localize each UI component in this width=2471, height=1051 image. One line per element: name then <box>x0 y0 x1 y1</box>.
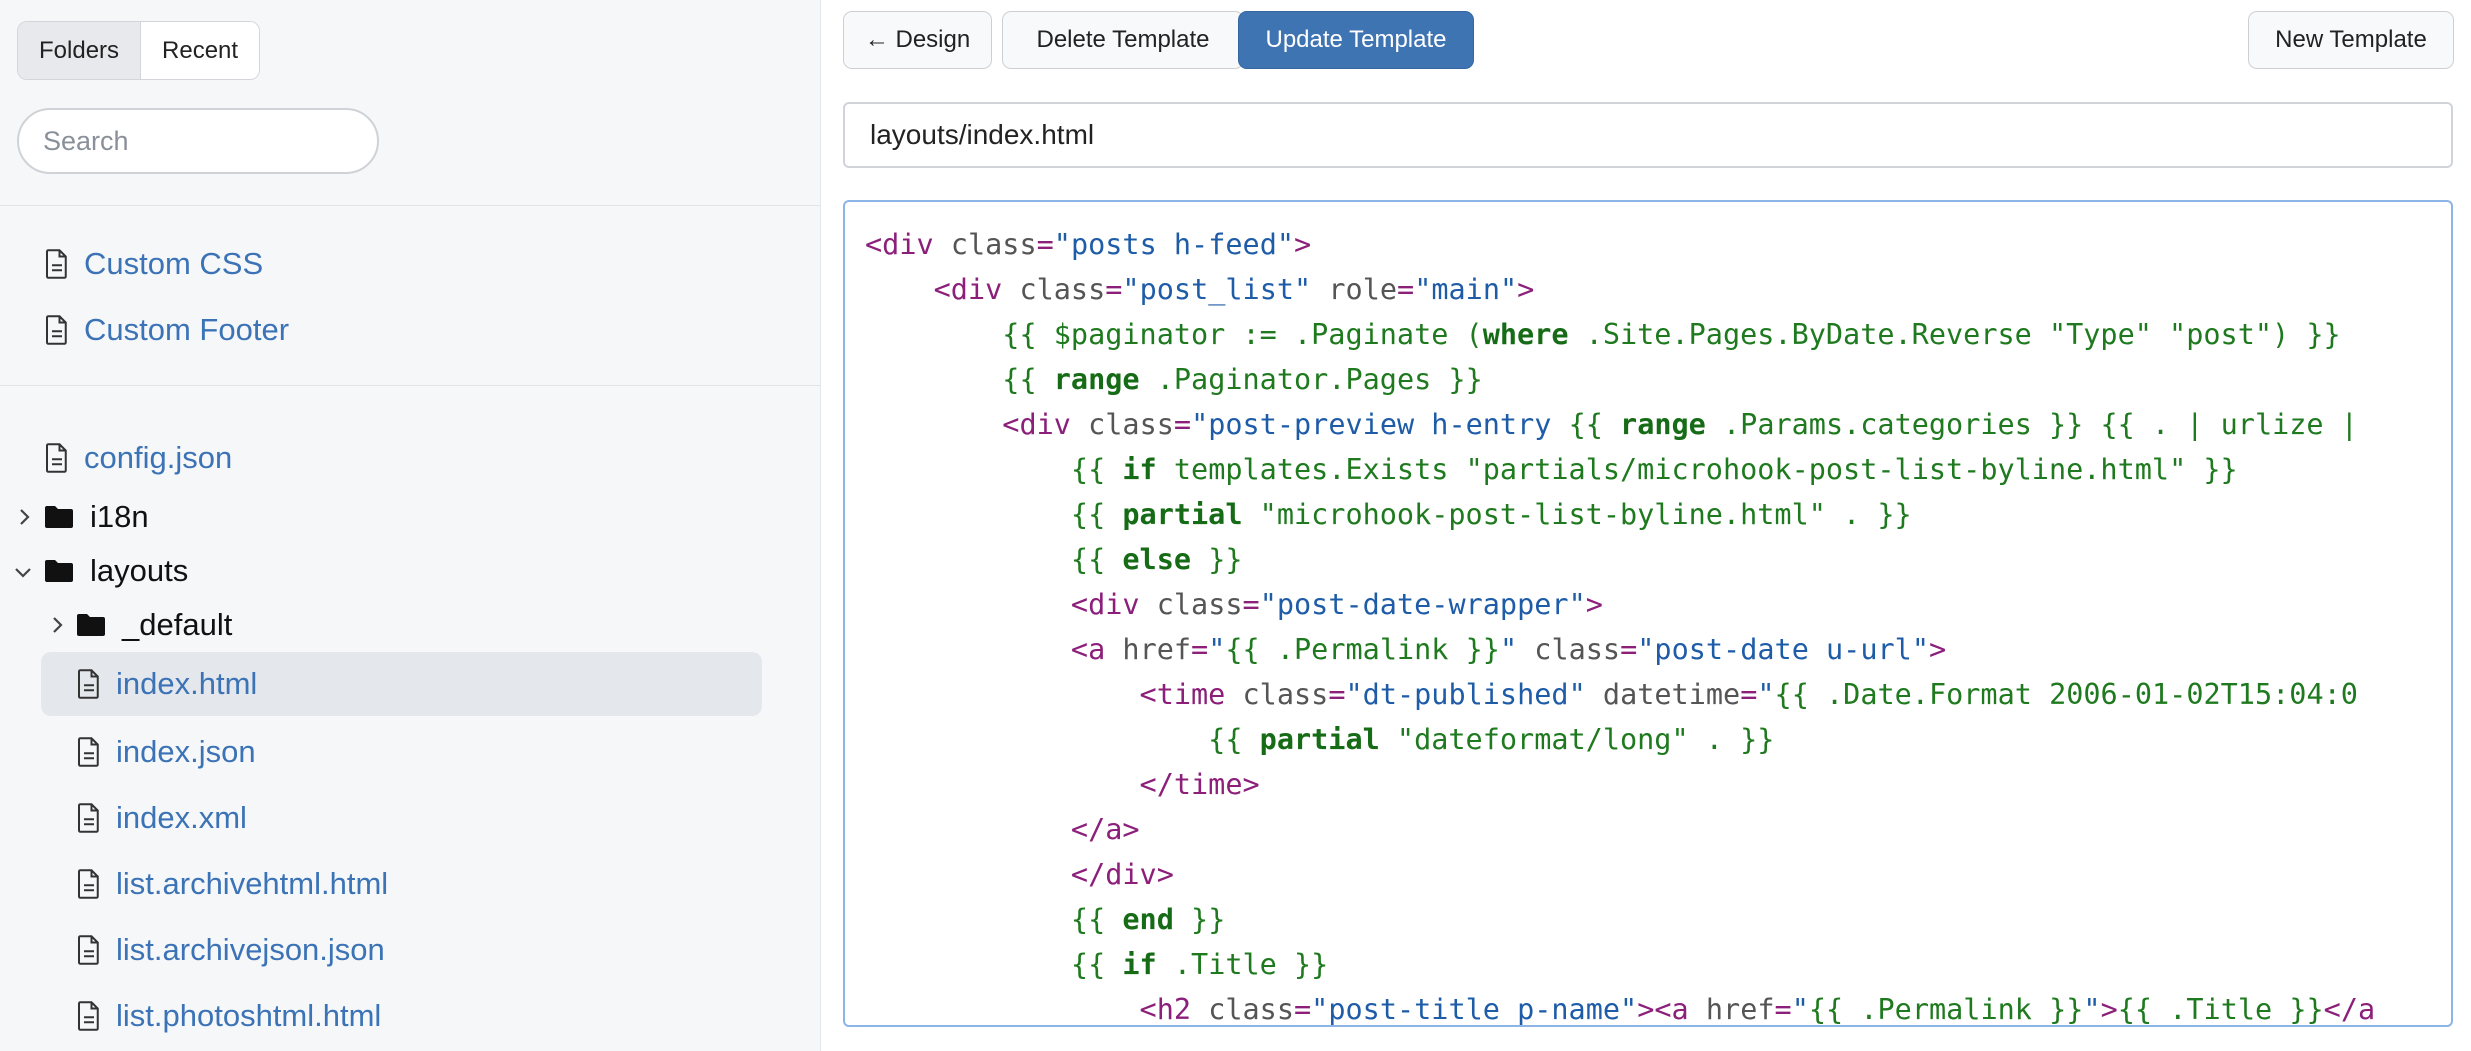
tree-item-label: config.json <box>84 440 233 475</box>
new-template-button[interactable]: New Template <box>2248 11 2454 69</box>
code-line[interactable]: <h2 class="post-title p-name"><a href="{… <box>865 987 2376 1025</box>
chevron-down-icon[interactable] <box>13 563 33 583</box>
code-line[interactable]: <div class="post-preview h-entry {{ rang… <box>865 402 2375 447</box>
code-line[interactable]: {{ if .Title }} <box>865 942 2375 987</box>
folder-icon <box>45 506 73 528</box>
tree-item-label: index.xml <box>116 800 247 835</box>
folder-icon <box>45 560 73 582</box>
tree-item-config-json[interactable]: config.json <box>44 430 232 486</box>
code-line[interactable]: </a> <box>865 807 2375 852</box>
divider <box>0 205 820 206</box>
delete-template-button[interactable]: Delete Template <box>1002 11 1244 69</box>
code-line[interactable]: <time class="dt-published" datetime="{{ … <box>865 672 2375 717</box>
file-icon <box>46 249 67 279</box>
tree-item-index-html[interactable]: index.html <box>41 652 762 716</box>
tree-item-label: index.json <box>116 734 256 769</box>
tree-item-list-archivehtml[interactable]: list.archivehtml.html <box>76 856 388 912</box>
tree-item-list-archivejson[interactable]: list.archivejson.json <box>76 922 385 978</box>
code-line[interactable]: {{ range .Paginator.Pages }} <box>865 357 2375 402</box>
code-editor[interactable]: <div class="posts h-feed"> <div class="p… <box>843 200 2453 1027</box>
file-icon <box>78 1001 99 1031</box>
file-icon <box>78 803 99 833</box>
search-input[interactable] <box>17 108 379 174</box>
divider <box>0 385 820 386</box>
file-icon <box>78 669 99 699</box>
code-line[interactable]: <div class="post-date-wrapper"> <box>865 582 2375 627</box>
design-button[interactable]: ← Design <box>843 11 992 69</box>
file-icon <box>78 737 99 767</box>
tab-recent[interactable]: Recent <box>141 22 260 79</box>
code-line[interactable]: <a href="{{ .Permalink }}" class="post-d… <box>865 627 2375 672</box>
tree-item-label: list.archivehtml.html <box>116 866 389 901</box>
pinned-item-custom-footer[interactable]: Custom Footer <box>44 302 289 358</box>
code-line[interactable]: {{ end }} <box>865 897 2375 942</box>
tree-item-label: i18n <box>90 499 149 534</box>
tree-folder-i18n[interactable]: i18n <box>20 489 149 545</box>
code-line[interactable]: <div class="post_list" role="main"> <box>865 267 2375 312</box>
tree-folder-default[interactable]: _default <box>53 597 233 653</box>
tree-item-label: _default <box>122 607 233 642</box>
code-line[interactable]: </time> <box>865 762 2375 807</box>
chevron-right-icon[interactable] <box>15 507 35 527</box>
pinned-item-label: Custom Footer <box>84 312 290 347</box>
pinned-item-custom-css[interactable]: Custom CSS <box>44 236 263 292</box>
file-icon <box>78 869 99 899</box>
tree-item-index-xml[interactable]: index.xml <box>76 790 247 846</box>
update-template-button[interactable]: Update Template <box>1238 11 1474 69</box>
code-line[interactable]: <div class="posts h-feed"> <box>865 222 2375 267</box>
file-icon <box>78 935 99 965</box>
code-line[interactable]: {{ partial "dateformat/long" . }} <box>865 717 2375 762</box>
code-content[interactable]: <div class="posts h-feed"> <div class="p… <box>865 222 2376 1025</box>
code-line[interactable]: {{ else }} <box>865 537 2375 582</box>
tree-item-label: index.html <box>116 666 258 701</box>
tree-item-list-photoshtml[interactable]: list.photoshtml.html <box>76 988 381 1044</box>
tab-folders[interactable]: Folders <box>18 22 142 79</box>
chevron-right-icon[interactable] <box>48 615 68 635</box>
file-icon <box>46 315 67 345</box>
tree-item-label: layouts <box>90 553 189 588</box>
tree-item-label: list.photoshtml.html <box>116 998 382 1033</box>
code-line[interactable]: {{ partial "microhook-post-list-byline.h… <box>865 492 2375 537</box>
tree-item-index-json[interactable]: index.json <box>76 724 256 780</box>
folder-icon <box>77 614 105 636</box>
template-path-input[interactable] <box>843 102 2453 168</box>
tree-folder-layouts[interactable]: layouts <box>15 543 189 599</box>
pinned-item-label: Custom CSS <box>84 246 264 281</box>
code-line[interactable]: </div> <box>865 852 2375 897</box>
view-toggle: Folders Recent <box>17 21 261 80</box>
code-line[interactable]: {{ if templates.Exists "partials/microho… <box>865 447 2375 492</box>
tree-item-label: list.archivejson.json <box>116 932 385 967</box>
sidebar: Folders Recent Custom CSS Custom Footer … <box>0 0 821 1051</box>
file-icon <box>46 443 67 473</box>
code-line[interactable]: {{ $paginator := .Paginate (where .Site.… <box>865 312 2375 357</box>
